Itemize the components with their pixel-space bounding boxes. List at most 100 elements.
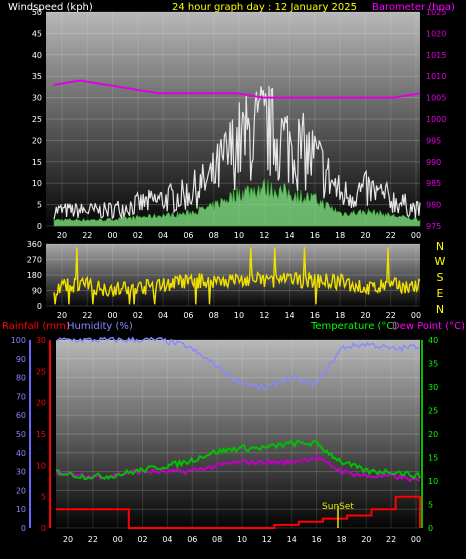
humidity-tick-label: 70: [16, 392, 26, 401]
windspeed-tick-label: 5: [37, 201, 42, 210]
temperature-tick-label: 35: [428, 360, 438, 369]
humidity-tick-label: 30: [16, 468, 26, 477]
direction-tick-label: 360: [27, 240, 42, 249]
x-tick-label: 22: [386, 535, 396, 544]
barometer-tick-label: 1020: [426, 29, 446, 38]
barometer-tick-label: 1005: [426, 94, 446, 103]
x-tick-label: 22: [82, 311, 92, 320]
wind-x-axis-ticks: 20 22 00 02 04 06 08 10 12 14 16 18 20 22 00: [57, 231, 421, 240]
x-tick-label: 04: [158, 231, 168, 240]
windspeed-axis-label: Windspeed (kph): [8, 2, 93, 13]
rainfall-axis-ticks: 0 5 10 15 20 25 30: [36, 336, 46, 533]
x-tick-label: 18: [336, 535, 346, 544]
barometer-tick-label: 980: [426, 201, 441, 210]
compass-n-top: N: [436, 240, 444, 253]
x-tick-label: 12: [259, 231, 269, 240]
rainfall-axis-label: Rainfall (mm): [2, 321, 70, 332]
barometer-axis-label: Barometer (hpa): [372, 2, 455, 13]
direction-x-axis-ticks: 20 22 00 02 04 06 08 10 12 14 16 18 20 22 00: [57, 311, 421, 320]
x-tick-label: 12: [262, 535, 272, 544]
x-tick-label: 22: [82, 231, 92, 240]
direction-tick-label: 90: [32, 287, 42, 296]
barometer-tick-label: 1000: [426, 115, 446, 124]
x-tick-label: 02: [137, 535, 147, 544]
x-tick-label: 00: [411, 535, 421, 544]
direction-tick-label: 180: [27, 271, 42, 280]
x-tick-label: 08: [209, 231, 219, 240]
windspeed-tick-label: 0: [37, 222, 42, 231]
x-tick-label: 06: [187, 535, 197, 544]
weather-chart: 05101520253035404550 9759809859909951000…: [2, 2, 465, 544]
windspeed-tick-label: 45: [32, 29, 42, 38]
compass-s: S: [437, 271, 444, 284]
temperature-tick-label: 0: [428, 524, 433, 533]
x-tick-label: 18: [335, 231, 345, 240]
temperature-tick-label: 25: [428, 407, 438, 416]
windspeed-tick-label: 25: [32, 115, 42, 124]
x-tick-label: 14: [284, 311, 294, 320]
windspeed-tick-label: 40: [32, 51, 42, 60]
x-tick-label: 22: [88, 535, 98, 544]
x-tick-label: 20: [63, 535, 73, 544]
x-tick-label: 16: [310, 311, 320, 320]
x-tick-label: 20: [361, 535, 371, 544]
humidity-tick-label: 80: [16, 374, 26, 383]
x-tick-label: 20: [360, 231, 370, 240]
rainfall-tick-label: 20: [36, 399, 46, 408]
x-tick-label: 14: [284, 231, 294, 240]
x-tick-label: 00: [107, 231, 117, 240]
humidity-tick-label: 20: [16, 486, 26, 495]
rainfall-tick-label: 15: [36, 430, 46, 439]
rainfall-tick-label: 30: [36, 336, 46, 345]
rainfall-tick-label: 25: [36, 367, 46, 376]
temperature-axis-label: Temperature (°C): [310, 321, 397, 332]
x-tick-label: 16: [311, 535, 321, 544]
x-tick-label: 20: [360, 311, 370, 320]
humidity-tick-label: 50: [16, 430, 26, 439]
x-tick-label: 04: [162, 535, 172, 544]
temperature-tick-label: 15: [428, 454, 438, 463]
humidity-axis-label: Humidity (%): [67, 321, 133, 332]
x-tick-label: 00: [107, 311, 117, 320]
x-tick-label: 02: [133, 311, 143, 320]
x-tick-label: 22: [386, 231, 396, 240]
windspeed-tick-label: 30: [32, 94, 42, 103]
x-tick-label: 12: [259, 311, 269, 320]
x-tick-label: 10: [234, 311, 244, 320]
humidity-tick-label: 90: [16, 355, 26, 364]
temperature-axis-ticks: 0 5 10 15 20 25 30 35 40: [428, 336, 438, 533]
rainfall-tick-label: 5: [41, 493, 46, 502]
x-tick-label: 08: [209, 311, 219, 320]
rainfall-tick-label: 0: [41, 524, 46, 533]
x-tick-label: 08: [212, 535, 222, 544]
dewpoint-axis-label: Dew Point (°C): [392, 321, 465, 332]
barometer-tick-label: 1010: [426, 72, 446, 81]
direction-tick-label: 0: [37, 302, 42, 311]
x-tick-label: 10: [237, 535, 247, 544]
sunset-label: SunSet: [322, 502, 354, 512]
temp-x-axis-ticks: 20 22 00 02 04 06 08 10 12 14 16 18 20 22 00: [63, 535, 421, 544]
humidity-tick-label: 10: [16, 505, 26, 514]
x-tick-label: 06: [183, 311, 193, 320]
compass-labels: N W S E N: [435, 240, 446, 316]
windspeed-tick-label: 20: [32, 136, 42, 145]
x-tick-label: 00: [113, 535, 123, 544]
x-tick-label: 14: [287, 535, 297, 544]
barometer-tick-label: 985: [426, 179, 441, 188]
x-tick-label: 04: [158, 311, 168, 320]
temperature-tick-label: 20: [428, 430, 438, 439]
compass-w: W: [435, 255, 446, 268]
barometer-tick-label: 995: [426, 136, 441, 145]
x-tick-label: 06: [183, 231, 193, 240]
humidity-axis-ticks: 0 10 20 30 40 50 60 70 80 90 100: [11, 336, 26, 533]
x-tick-label: 00: [411, 311, 421, 320]
chart-title: 24 hour graph day : 12 January 2025: [172, 2, 357, 13]
x-tick-label: 10: [234, 231, 244, 240]
temperature-tick-label: 40: [428, 336, 438, 345]
x-tick-label: 22: [386, 311, 396, 320]
barometer-tick-label: 975: [426, 222, 441, 231]
x-tick-label: 00: [411, 231, 421, 240]
windspeed-axis-ticks: 05101520253035404550: [32, 8, 42, 231]
humidity-tick-label: 0: [21, 524, 26, 533]
compass-e: E: [437, 287, 444, 300]
